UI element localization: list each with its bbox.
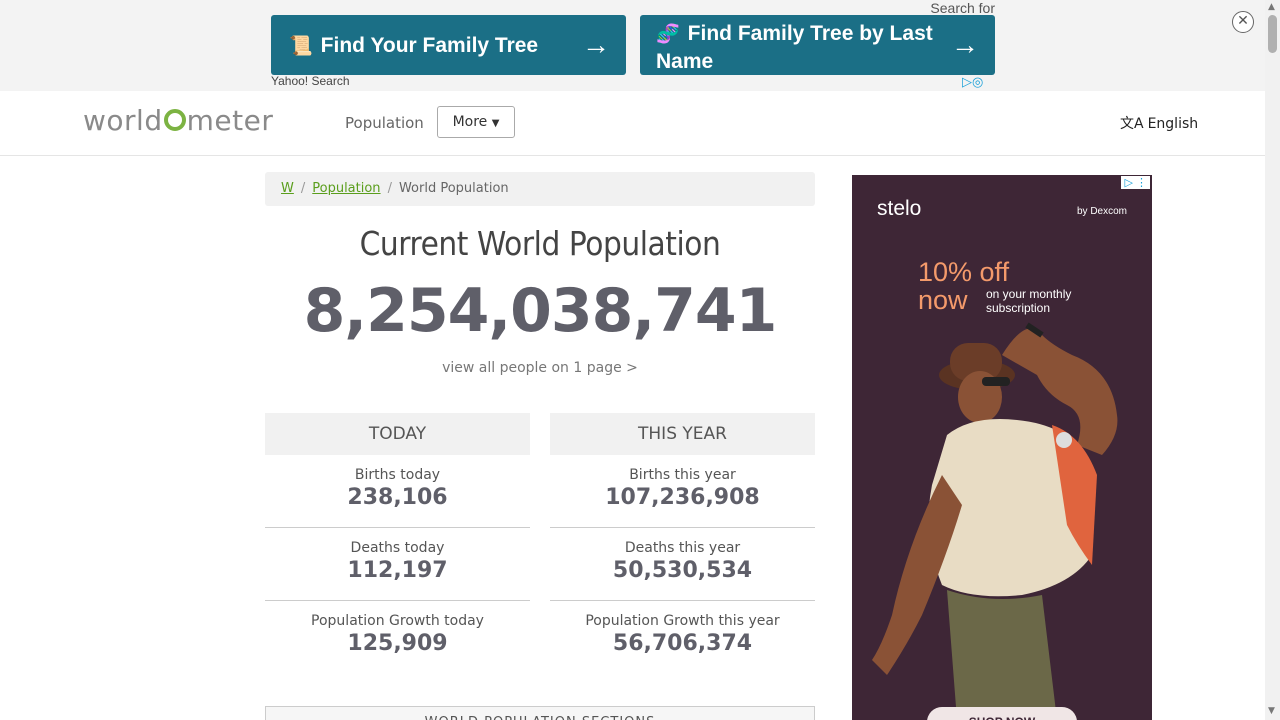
arrow-right-icon: → — [582, 29, 610, 60]
scroll-thumb[interactable] — [1268, 15, 1277, 53]
dna-icon: 🧬 — [656, 24, 680, 45]
ad-provider-label: Yahoo! Search — [271, 74, 350, 88]
stat-births-this-year: Births this year 107,236,908 — [550, 455, 815, 528]
adchoices-icon[interactable]: ▷◎ — [962, 75, 983, 90]
ad-sub-line2: subscription — [986, 301, 1051, 315]
breadcrumb-separator: / — [387, 181, 392, 196]
nav-population-link[interactable]: Population — [345, 114, 424, 132]
translate-icon: 文A — [1120, 116, 1144, 132]
stat-value: 238,106 — [347, 485, 448, 510]
stat-label: Deaths this year — [624, 540, 741, 556]
stat-value: 112,197 — [347, 558, 448, 583]
logo-o-icon — [163, 109, 186, 131]
ad-find-by-last-name-button[interactable]: 🧬 Find Family Tree by Last Name → — [640, 15, 995, 75]
stat-deaths-this-year: Deaths this year 50,530,534 — [550, 528, 815, 601]
stat-label: Population Growth this year — [585, 613, 780, 629]
view-all-people-link[interactable]: view all people on 1 page > — [265, 360, 815, 376]
scroll-down-icon[interactable]: ▼ — [1268, 706, 1275, 716]
ad-model-image — [872, 322, 1118, 720]
arrow-right-icon: → — [951, 29, 979, 60]
page-scrollbar[interactable]: ▲ ▼ — [1265, 0, 1280, 720]
stat-label: Population Growth today — [311, 613, 484, 629]
scroll-up-icon[interactable]: ▲ — [1268, 2, 1275, 12]
caret-down-icon: ▼ — [491, 118, 500, 129]
breadcrumb-population-link[interactable]: Population — [312, 181, 380, 196]
logo-text-part1: world — [83, 104, 163, 137]
more-menu-button[interactable]: More ▼ — [437, 106, 515, 138]
stat-births-today: Births today 238,106 — [265, 455, 530, 528]
stat-value: 107,236,908 — [605, 485, 760, 510]
this-year-heading: THIS YEAR — [550, 413, 815, 455]
side-ad-stelo[interactable]: ▷ ⋮ stelo by Dexcom 10% off now on your m… — [852, 175, 1152, 720]
breadcrumb: W / Population / World Population — [265, 172, 815, 206]
logo-text-part2: meter — [186, 104, 274, 137]
ad-brand-by: by Dexcom — [1076, 206, 1127, 217]
language-selector[interactable]: 文A English — [1120, 113, 1198, 133]
site-header: world meter Population More ▼ 文A English — [0, 91, 1265, 156]
world-population-counter: 8,254,038,741 — [303, 276, 778, 346]
today-stats-column: TODAY Births today 238,106 Deaths today … — [265, 413, 530, 674]
ad-offer-subtext: on your monthly subscription — [986, 287, 1071, 315]
breadcrumb-current: World Population — [398, 181, 509, 196]
ad-brand: stelo — [877, 197, 922, 220]
shop-now-button[interactable]: SHOP NOW — [927, 707, 1077, 720]
ad-sub-line1: on your monthly — [986, 287, 1072, 301]
stat-label: Births today — [354, 467, 441, 483]
ad-search-for-label: Search for — [930, 0, 995, 16]
adchoices-icon[interactable]: ▷ ⋮ — [1121, 176, 1150, 189]
stat-label: Births this year — [629, 467, 736, 483]
this-year-stats-column: THIS YEAR Births this year 107,236,908 D… — [550, 413, 815, 674]
worldometer-logo[interactable]: world meter — [83, 104, 273, 137]
ad-find-family-tree-button[interactable]: 📜 Find Your Family Tree → — [271, 15, 626, 75]
world-population-sections-box: WORLD POPULATION SECTIONS — [265, 706, 815, 720]
stat-value: 125,909 — [347, 631, 448, 656]
ad-button-label: Find Family Tree by Last Name — [656, 22, 933, 73]
close-ad-icon[interactable]: ✕ — [1232, 11, 1254, 33]
breadcrumb-home-link[interactable]: W — [281, 181, 294, 196]
ad-button-label: Find Your Family Tree — [320, 34, 539, 57]
stat-growth-this-year: Population Growth this year 56,706,374 — [550, 601, 815, 674]
stat-value: 50,530,534 — [612, 558, 753, 583]
scroll-icon: 📜 — [289, 36, 313, 57]
stat-value: 56,706,374 — [612, 631, 753, 656]
stat-deaths-today: Deaths today 112,197 — [265, 528, 530, 601]
page-title: Current World Population — [359, 224, 721, 263]
today-heading: TODAY — [265, 413, 530, 455]
more-label: More — [452, 114, 488, 130]
ad-offer-line1: 10% off — [918, 257, 1010, 287]
language-label: English — [1147, 116, 1199, 132]
breadcrumb-separator: / — [300, 181, 306, 196]
stat-growth-today: Population Growth today 125,909 — [265, 601, 530, 674]
top-ad-banner: Search for 📜 Find Your Family Tree → 🧬 Fin… — [0, 0, 1265, 91]
stat-label: Deaths today — [350, 540, 445, 556]
